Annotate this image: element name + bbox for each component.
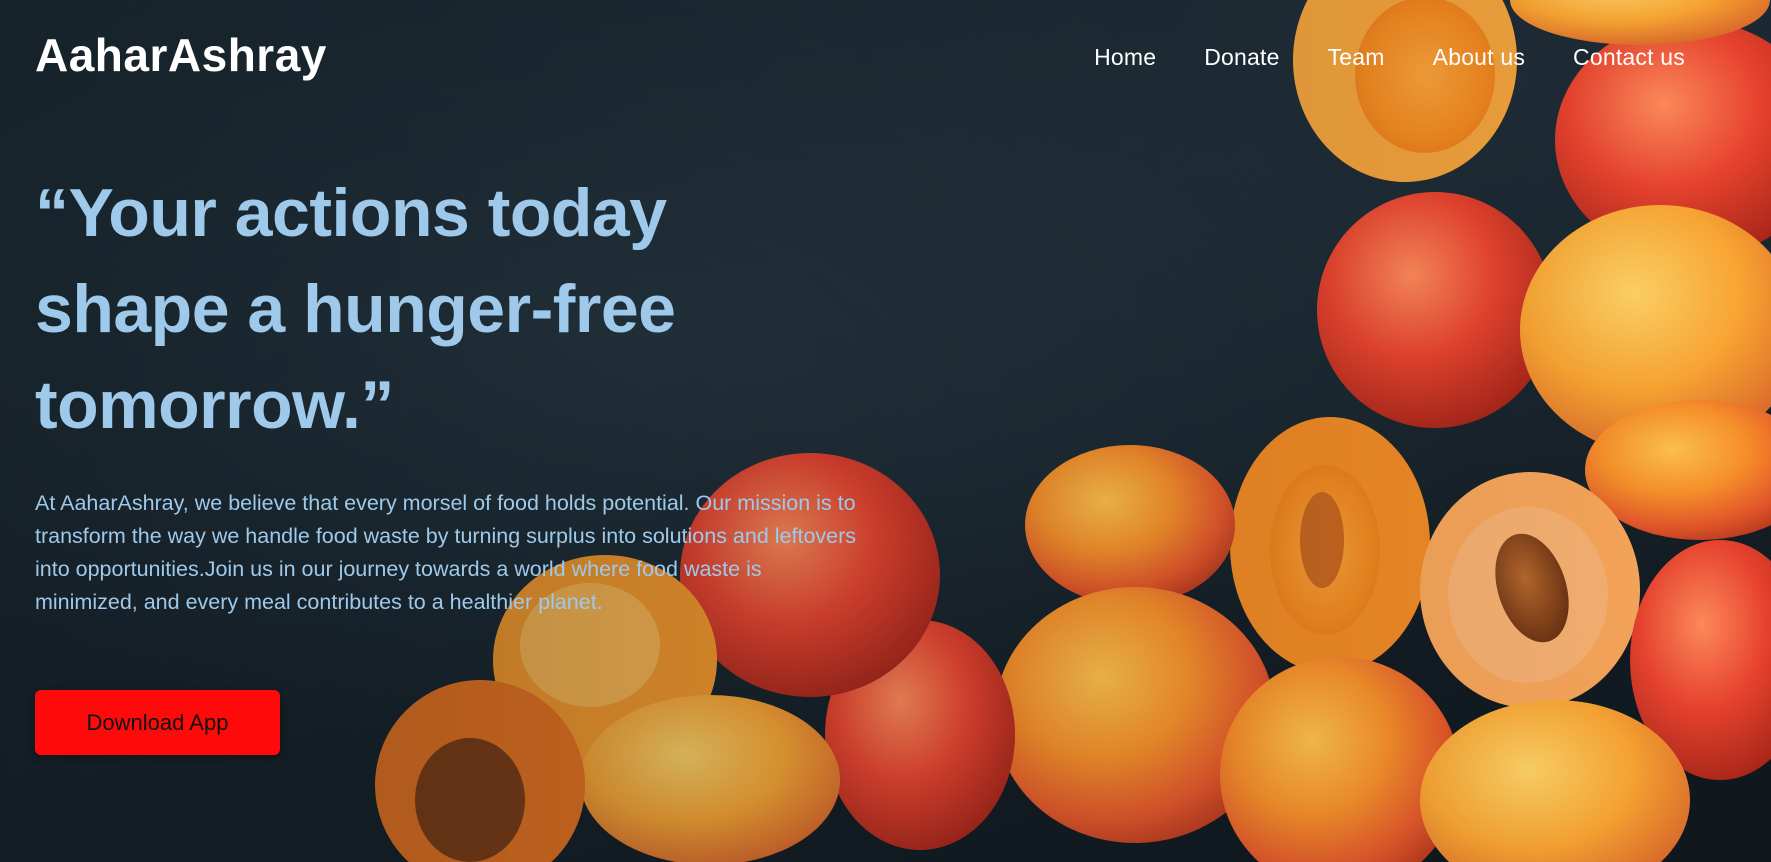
nav-item-contact: Contact us bbox=[1573, 44, 1685, 71]
nav-item-about: About us bbox=[1433, 44, 1525, 71]
hero-description: At AaharAshray, we believe that every mo… bbox=[35, 491, 857, 614]
brand-logo[interactable]: AaharAshray bbox=[35, 30, 327, 81]
nav-link-contact[interactable]: Contact us bbox=[1573, 44, 1685, 70]
hero-quote-heading: “Your actions today shape a hunger-free … bbox=[35, 175, 676, 443]
nav-link-team[interactable]: Team bbox=[1328, 44, 1385, 70]
nav-menu: Home Donate Team About us Contact us bbox=[1094, 44, 1685, 71]
download-app-button[interactable]: Download App bbox=[35, 690, 280, 755]
nav-item-home: Home bbox=[1094, 44, 1156, 71]
landing-page: AaharAshray Home Donate Team About us Co… bbox=[0, 0, 1771, 862]
hero-section: “Your actions today shape a hunger-free … bbox=[35, 165, 895, 619]
navbar: AaharAshray Home Donate Team About us Co… bbox=[0, 0, 1771, 120]
nav-link-home[interactable]: Home bbox=[1094, 44, 1156, 70]
nav-item-team: Team bbox=[1328, 44, 1385, 71]
nav-link-donate[interactable]: Donate bbox=[1204, 44, 1279, 70]
nav-link-about[interactable]: About us bbox=[1433, 44, 1525, 70]
nav-item-donate: Donate bbox=[1204, 44, 1279, 71]
